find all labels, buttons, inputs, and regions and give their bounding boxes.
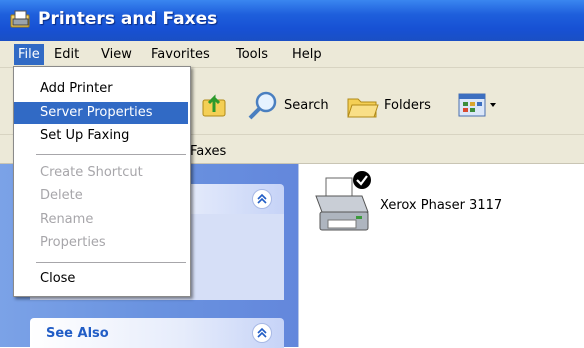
- menu-item-set-up-faxing[interactable]: Set Up Faxing: [14, 125, 188, 147]
- menu-file[interactable]: File: [14, 44, 44, 65]
- search-button[interactable]: Search: [246, 90, 329, 120]
- address-text: Faxes: [190, 144, 227, 159]
- menu-bar: File Edit View Favorites Tools Help: [0, 41, 584, 68]
- menu-tools[interactable]: Tools: [236, 47, 268, 62]
- up-folder-icon: [202, 94, 226, 117]
- folders-label: Folders: [384, 97, 431, 113]
- views-button[interactable]: [456, 90, 500, 120]
- menu-item-close[interactable]: Close: [14, 268, 188, 290]
- menu-item-rename: Rename: [40, 212, 94, 227]
- menu-item-add-printer[interactable]: Add Printer: [14, 78, 188, 100]
- search-label: Search: [284, 97, 329, 113]
- folders-icon: [347, 98, 379, 118]
- printer-icon: [315, 171, 371, 231]
- views-icon: [458, 93, 496, 117]
- window-title: Printers and Faxes: [38, 9, 218, 29]
- menu-separator: [36, 154, 186, 155]
- collapse-chevron-icon[interactable]: [252, 323, 272, 343]
- printer-name: Xerox Phaser 3117: [380, 198, 503, 213]
- file-menu-dropdown: Add Printer Server Properties Set Up Fax…: [13, 66, 191, 297]
- see-also-panel-header[interactable]: See Also: [30, 318, 284, 348]
- printers-folder-icon: [10, 10, 30, 28]
- menu-favorites[interactable]: Favorites: [151, 47, 210, 62]
- menu-edit[interactable]: Edit: [54, 47, 79, 62]
- menu-view[interactable]: View: [101, 47, 132, 62]
- collapse-chevron-icon[interactable]: [252, 189, 272, 209]
- title-bar[interactable]: Printers and Faxes: [0, 0, 584, 41]
- folders-button[interactable]: Folders: [346, 90, 431, 120]
- menu-item-create-shortcut: Create Shortcut: [40, 165, 143, 180]
- menu-help[interactable]: Help: [292, 47, 322, 62]
- menu-item-server-properties[interactable]: Server Properties: [14, 102, 188, 124]
- menu-item-delete: Delete: [40, 188, 83, 203]
- default-check-icon: [353, 171, 371, 189]
- search-icon: [248, 91, 277, 120]
- menu-separator: [36, 262, 186, 263]
- see-also-title: See Also: [46, 326, 109, 341]
- up-folder-button[interactable]: [200, 90, 230, 120]
- menu-item-properties: Properties: [40, 235, 106, 250]
